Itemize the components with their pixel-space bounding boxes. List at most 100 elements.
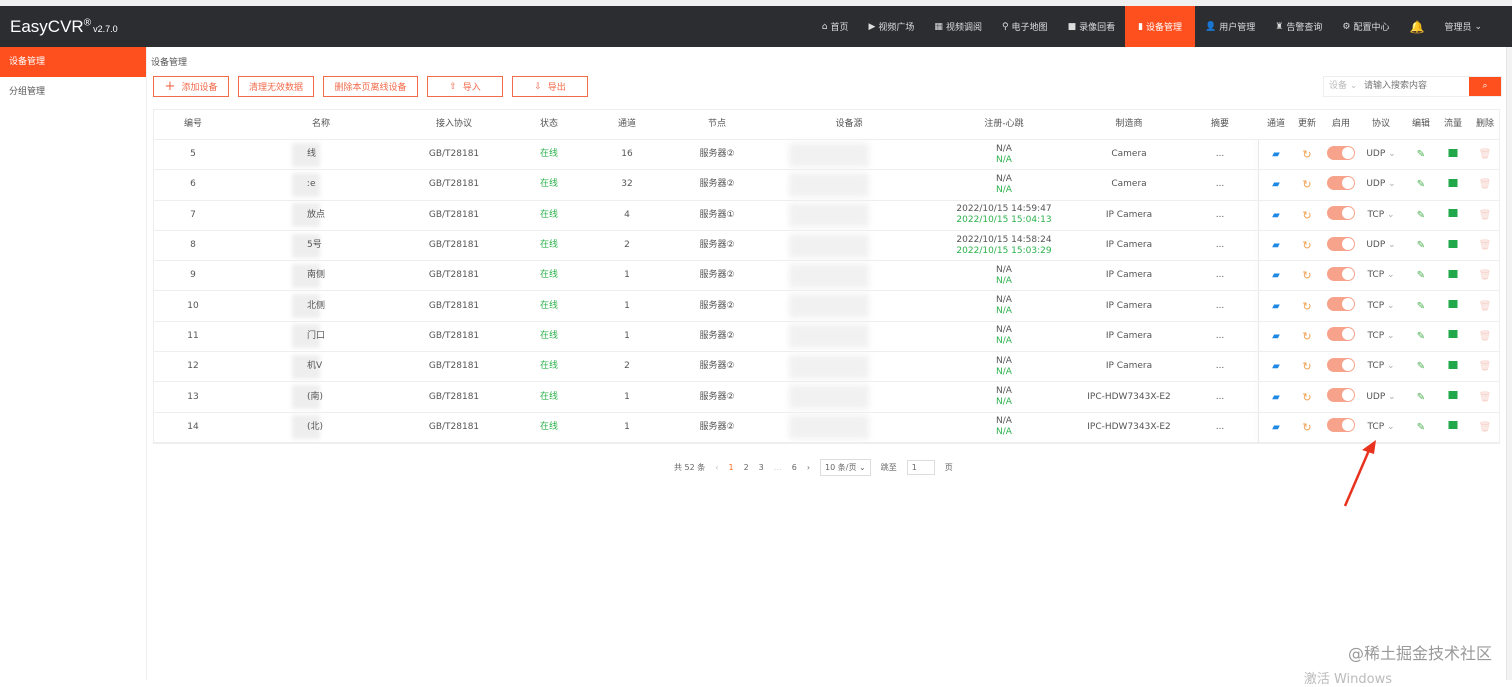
nav-item-7[interactable]: ♜ 告警查询 — [1265, 6, 1332, 47]
nav-item-1[interactable]: ▶ 视频广场 — [858, 6, 924, 47]
folder-icon[interactable]: ▰ — [1272, 149, 1280, 160]
refresh-icon[interactable]: ↻ — [1302, 331, 1311, 342]
nav-item-3[interactable]: ⚲ 电子地图 — [992, 6, 1058, 47]
page-button[interactable]: 2 — [744, 463, 749, 472]
transport-select[interactable]: TCP ⌄ — [1367, 301, 1394, 312]
folder-icon[interactable]: ▰ — [1272, 392, 1280, 403]
traffic-chart-icon[interactable] — [1448, 360, 1458, 373]
cell-summary[interactable]: ... — [1216, 149, 1225, 160]
search-input[interactable] — [1364, 77, 1469, 96]
page-button[interactable]: … — [774, 463, 782, 472]
prev-page-button[interactable]: ‹ — [715, 463, 718, 472]
column-header[interactable]: 接入协议 — [436, 119, 472, 130]
transport-select[interactable]: TCP ⌄ — [1367, 270, 1394, 281]
trash-icon[interactable]: 🗑 — [1479, 331, 1492, 342]
refresh-icon[interactable]: ↻ — [1302, 270, 1311, 281]
goto-page-input[interactable]: 1 — [906, 460, 935, 475]
next-page-button[interactable]: › — [807, 463, 810, 472]
app-logo[interactable]: EasyCVR®v2.7.0 — [10, 17, 118, 37]
column-header[interactable]: 名称 — [312, 119, 330, 130]
enable-toggle[interactable] — [1327, 175, 1355, 194]
notification-bell-button[interactable]: 🔔 — [1399, 6, 1434, 47]
cell-summary[interactable]: ... — [1216, 301, 1225, 312]
column-header[interactable]: 启用 — [1332, 119, 1350, 130]
column-header[interactable]: 更新 — [1298, 119, 1316, 130]
nav-item-4[interactable]: ■ 录像回看 — [1058, 6, 1126, 47]
enable-toggle[interactable] — [1327, 206, 1355, 224]
page-button[interactable]: 6 — [792, 463, 797, 472]
cell-summary[interactable]: ... — [1216, 270, 1225, 281]
transport-select[interactable]: TCP ⌄ — [1367, 210, 1394, 221]
enable-toggle[interactable] — [1327, 236, 1355, 255]
column-header[interactable]: 编辑 — [1412, 119, 1430, 130]
search-scope-select[interactable]: 设备 ⌄ — [1324, 77, 1364, 96]
column-header[interactable]: 协议 — [1372, 119, 1390, 130]
traffic-chart-icon[interactable] — [1448, 178, 1458, 191]
edit-icon[interactable]: ✎ — [1417, 210, 1425, 221]
edit-icon[interactable]: ✎ — [1417, 392, 1425, 403]
column-header[interactable]: 通道 — [1267, 119, 1285, 130]
traffic-chart-icon[interactable] — [1448, 391, 1458, 403]
edit-icon[interactable]: ✎ — [1417, 149, 1425, 160]
page-button[interactable]: 1 — [728, 463, 733, 472]
nav-item-6[interactable]: 👤 用户管理 — [1195, 6, 1265, 47]
edit-icon[interactable]: ✎ — [1417, 270, 1425, 281]
export-button[interactable]: ⇩ 导出 — [512, 76, 588, 97]
refresh-icon[interactable]: ↻ — [1302, 210, 1311, 221]
trash-icon[interactable]: 🗑 — [1479, 422, 1492, 433]
folder-icon[interactable]: ▰ — [1272, 210, 1280, 221]
page-button[interactable]: 3 — [759, 463, 764, 472]
enable-toggle[interactable] — [1327, 388, 1355, 406]
enable-toggle[interactable] — [1327, 327, 1355, 345]
trash-icon[interactable]: 🗑 — [1479, 179, 1492, 190]
traffic-chart-icon[interactable] — [1448, 239, 1458, 252]
refresh-icon[interactable]: ↻ — [1302, 179, 1311, 190]
column-header[interactable]: 通道 — [618, 119, 636, 130]
traffic-chart-icon[interactable] — [1448, 421, 1458, 433]
column-header[interactable]: 摘要 — [1211, 119, 1229, 130]
trash-icon[interactable]: 🗑 — [1479, 149, 1492, 160]
traffic-chart-icon[interactable] — [1448, 330, 1458, 342]
edit-icon[interactable]: ✎ — [1417, 361, 1425, 372]
sidebar-item-device-management[interactable]: 设备管理 — [0, 47, 146, 77]
folder-icon[interactable]: ▰ — [1272, 270, 1280, 281]
cell-summary[interactable]: ... — [1216, 210, 1225, 221]
search-button[interactable]: ⌕ — [1469, 77, 1501, 96]
enable-toggle[interactable] — [1327, 418, 1355, 436]
column-header[interactable]: 注册-心跳 — [984, 119, 1023, 130]
column-header[interactable]: 设备源 — [835, 119, 862, 130]
transport-select[interactable]: TCP ⌄ — [1367, 361, 1394, 372]
enable-toggle[interactable] — [1327, 266, 1355, 285]
column-header[interactable]: 状态 — [540, 119, 558, 130]
sidebar-item-group-management[interactable]: 分组管理 — [0, 77, 146, 107]
nav-item-2[interactable]: ▦ 视频调阅 — [924, 6, 992, 47]
nav-item-5[interactable]: ▮ 设备管理 — [1125, 6, 1196, 47]
nav-item-0[interactable]: ⌂ 首页 — [812, 6, 859, 47]
enable-toggle[interactable] — [1327, 297, 1355, 315]
delete-offline-button[interactable]: 删除本页离线设备 — [323, 76, 418, 97]
trash-icon[interactable]: 🗑 — [1479, 361, 1492, 372]
transport-select[interactable]: UDP ⌄ — [1366, 149, 1395, 160]
trash-icon[interactable]: 🗑 — [1479, 301, 1492, 312]
edit-icon[interactable]: ✎ — [1417, 301, 1425, 312]
trash-icon[interactable]: 🗑 — [1479, 270, 1492, 281]
cell-summary[interactable]: ... — [1216, 361, 1225, 372]
enable-toggle[interactable] — [1327, 145, 1355, 164]
trash-icon[interactable]: 🗑 — [1479, 240, 1492, 251]
refresh-icon[interactable]: ↻ — [1302, 301, 1311, 312]
page-size-select[interactable]: 10 条/页 ⌄ — [820, 459, 871, 476]
cell-summary[interactable]: ... — [1216, 331, 1225, 342]
transport-select[interactable]: TCP ⌄ — [1367, 422, 1394, 433]
clear-invalid-button[interactable]: 清理无效数据 — [238, 76, 314, 97]
traffic-chart-icon[interactable] — [1448, 269, 1458, 282]
transport-select[interactable]: UDP ⌄ — [1366, 392, 1395, 403]
user-menu[interactable]: 管理员 ⌄ — [1434, 6, 1492, 47]
cell-summary[interactable]: ... — [1216, 240, 1225, 251]
cell-summary[interactable]: ... — [1216, 422, 1225, 433]
folder-icon[interactable]: ▰ — [1272, 361, 1280, 372]
folder-icon[interactable]: ▰ — [1272, 331, 1280, 342]
edit-icon[interactable]: ✎ — [1417, 422, 1425, 433]
edit-icon[interactable]: ✎ — [1417, 179, 1425, 190]
transport-select[interactable]: UDP ⌄ — [1366, 179, 1395, 190]
traffic-chart-icon[interactable] — [1448, 300, 1458, 312]
